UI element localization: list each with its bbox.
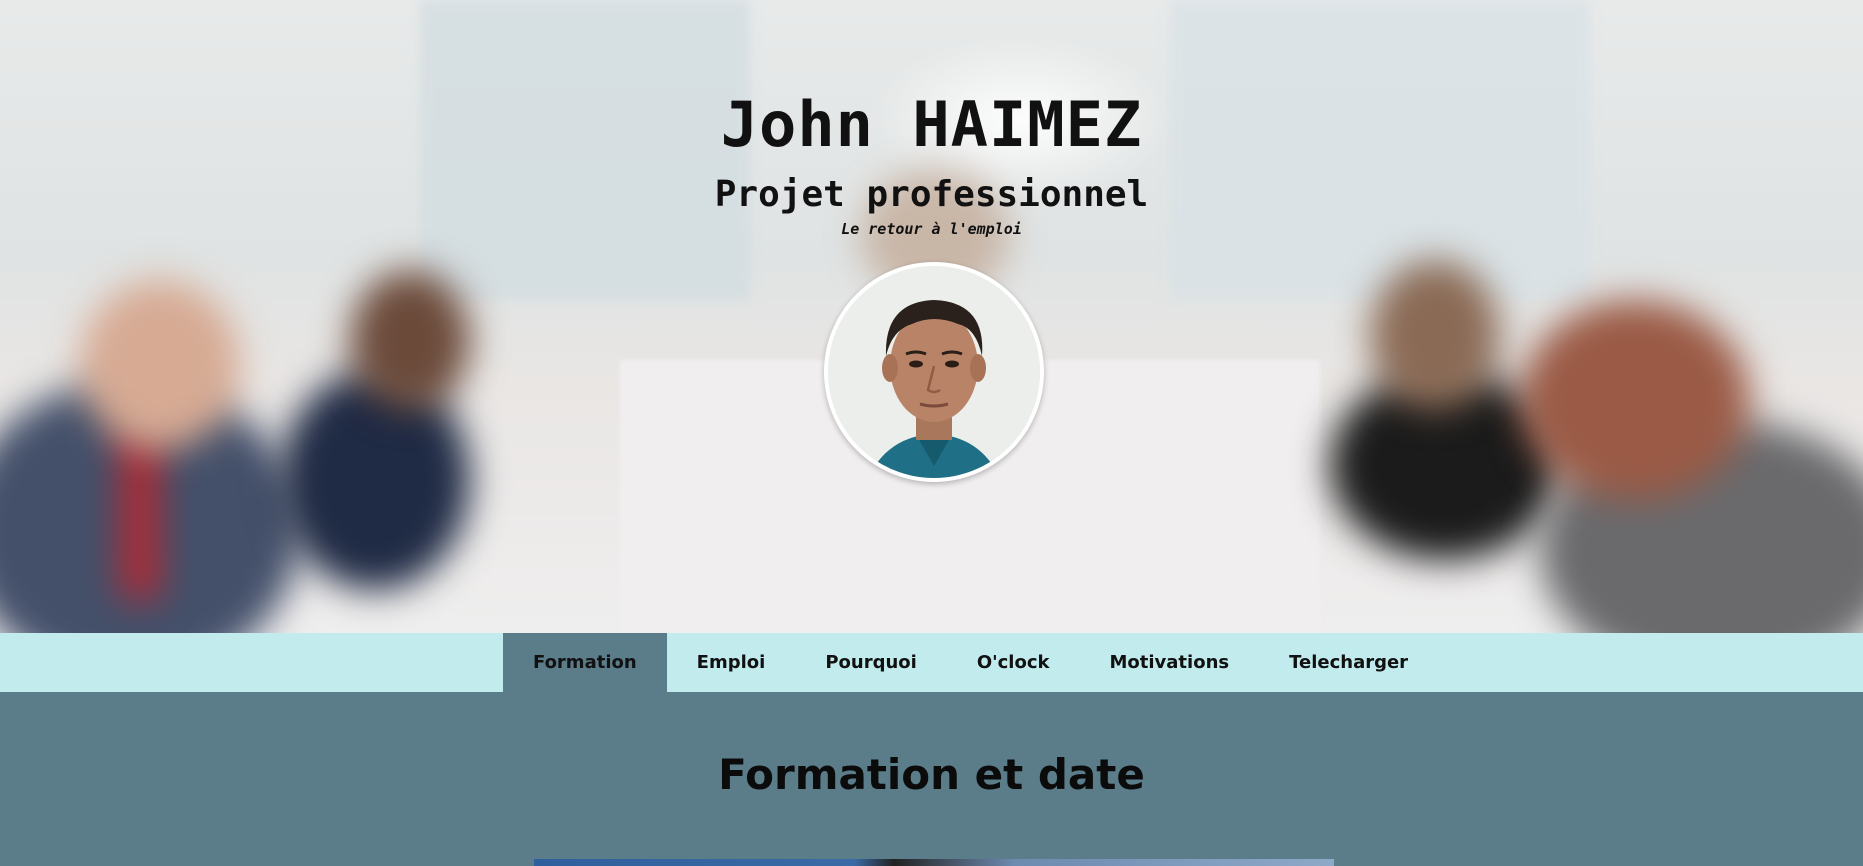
background-person bbox=[280, 370, 470, 590]
tab-emploi[interactable]: Emploi bbox=[667, 633, 796, 692]
formation-section: Formation et date bbox=[0, 692, 1863, 866]
formation-image bbox=[534, 859, 1334, 866]
profile-name: John HAIMEZ bbox=[720, 88, 1143, 161]
main-navigation: Formation Emploi Pourquoi O'clock Motiva… bbox=[0, 633, 1863, 692]
background-person bbox=[1370, 260, 1500, 410]
portrait-photo bbox=[828, 266, 1040, 478]
background-person bbox=[80, 280, 240, 450]
tab-oclock[interactable]: O'clock bbox=[947, 633, 1080, 692]
tab-motivations[interactable]: Motivations bbox=[1080, 633, 1260, 692]
tab-telecharger[interactable]: Telecharger bbox=[1259, 633, 1438, 692]
section-title: Formation et date bbox=[718, 750, 1145, 799]
hero-banner: John HAIMEZ Projet professionnel Le reto… bbox=[0, 0, 1863, 633]
tab-formation[interactable]: Formation bbox=[503, 633, 667, 692]
tab-pourquoi[interactable]: Pourquoi bbox=[795, 633, 947, 692]
background-person bbox=[350, 270, 470, 410]
page-subtitle: Projet professionnel bbox=[714, 174, 1149, 215]
avatar bbox=[824, 262, 1044, 482]
page-tagline: Le retour à l'emploi bbox=[841, 220, 1022, 238]
nav-tabs: Formation Emploi Pourquoi O'clock Motiva… bbox=[503, 633, 1438, 692]
background-person bbox=[1520, 300, 1750, 500]
